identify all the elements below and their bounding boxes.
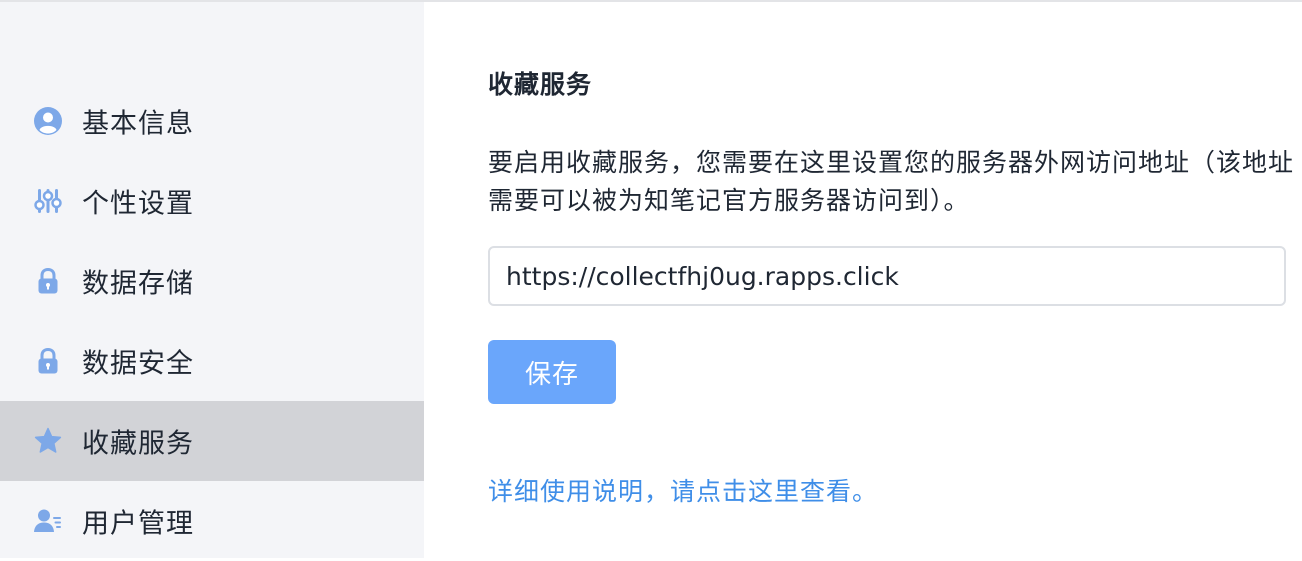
service-description: 要启用收藏服务，您需要在这里设置您的服务器外网访问地址（该地址需要可以被为知笔记… (488, 148, 1295, 215)
lock-icon (33, 266, 63, 296)
settings-sidebar: 基本信息 个性设置 数据存储 数据安全 收藏服务 用户管理 (0, 2, 424, 558)
help-link[interactable]: 详细使用说明，请点击这里查看。 (488, 472, 878, 508)
sidebar-item-label: 数据存储 (82, 268, 194, 300)
sidebar-item-label: 用户管理 (82, 508, 194, 540)
sidebar-item-collect-service[interactable]: 收藏服务 (0, 401, 424, 481)
lock-icon (33, 346, 63, 376)
sidebar-item-label: 数据安全 (82, 348, 194, 380)
sidebar-item-label: 基本信息 (82, 108, 194, 140)
sidebar-item-data-storage[interactable]: 数据存储 (0, 241, 424, 321)
sidebar-item-personalization[interactable]: 个性设置 (0, 161, 424, 241)
collect-service-panel: 收藏服务 要启用收藏服务，您需要在这里设置您的服务器外网访问地址（该地址需要可以… (424, 2, 1302, 558)
sidebar-item-data-security[interactable]: 数据安全 (0, 321, 424, 401)
user-list-icon (33, 506, 63, 536)
server-url-input[interactable] (488, 246, 1286, 306)
star-icon (33, 426, 63, 456)
page-title: 收藏服务 (488, 70, 593, 99)
sidebar-item-label: 个性设置 (82, 188, 194, 220)
save-button[interactable]: 保存 (488, 340, 616, 404)
sliders-icon (33, 186, 63, 216)
sidebar-item-label: 收藏服务 (82, 428, 194, 460)
sidebar-item-user-management[interactable]: 用户管理 (0, 481, 424, 561)
user-circle-icon (33, 106, 63, 136)
sidebar-item-basic-info[interactable]: 基本信息 (0, 81, 424, 161)
